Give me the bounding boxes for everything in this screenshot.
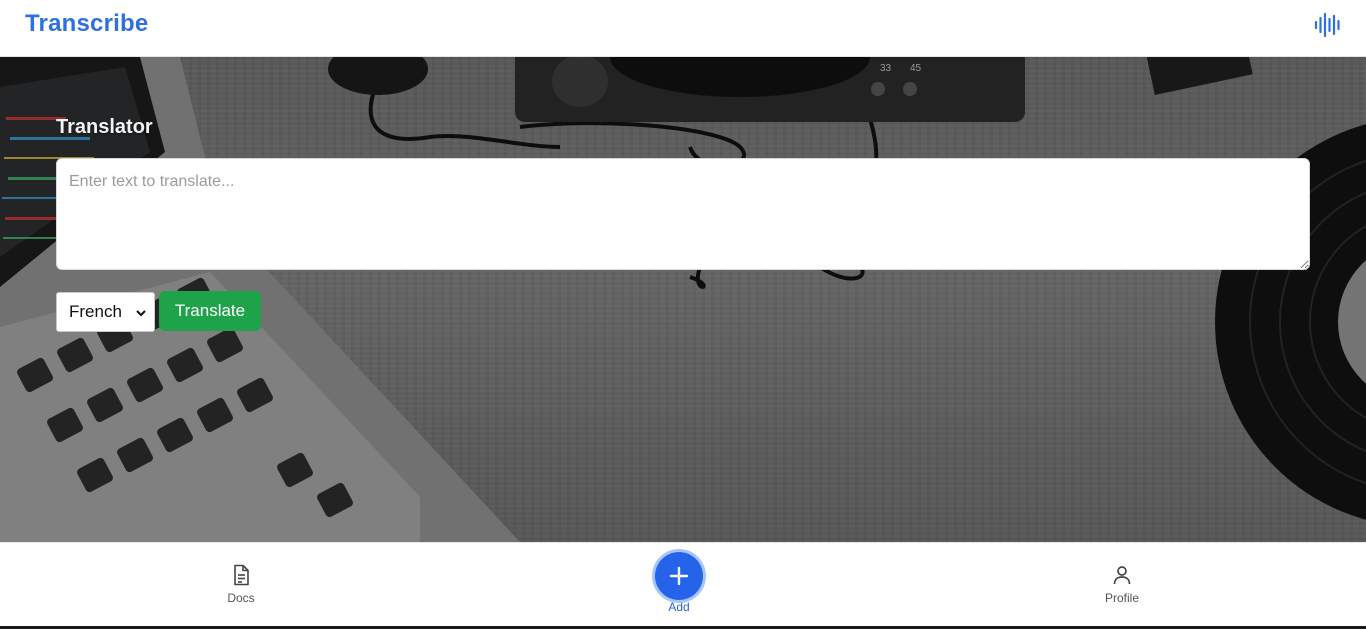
hero-section: 33 45 Translator French Translate <box>0 57 1366 542</box>
plus-icon <box>669 566 689 586</box>
chevron-down-icon <box>136 310 146 317</box>
app-title[interactable]: Transcribe <box>25 10 148 38</box>
nav-label-docs: Docs <box>227 591 255 605</box>
language-select[interactable]: French <box>56 292 155 332</box>
language-selected-value: French <box>69 302 122 321</box>
nav-label-add[interactable]: Add <box>655 600 703 614</box>
nav-item-profile[interactable]: Profile <box>1082 563 1162 609</box>
translate-input[interactable] <box>56 158 1310 270</box>
top-bar: Transcribe <box>0 0 1366 57</box>
document-icon <box>234 564 249 586</box>
add-button[interactable] <box>655 552 703 600</box>
translate-button[interactable]: Translate <box>159 291 261 331</box>
translator-heading: Translator <box>56 116 153 138</box>
audio-wave-icon[interactable] <box>1314 12 1342 38</box>
user-icon <box>1113 566 1131 585</box>
bottom-navigation: Docs Add Profile <box>0 542 1366 626</box>
nav-item-docs[interactable]: Docs <box>201 563 281 609</box>
nav-label-profile: Profile <box>1104 591 1139 605</box>
